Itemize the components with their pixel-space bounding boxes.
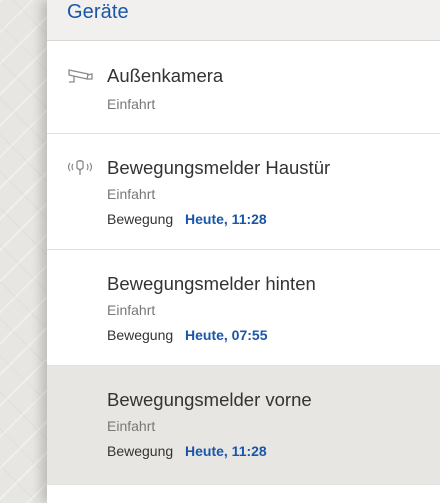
device-item-next[interactable] — [47, 485, 440, 503]
device-item-bewegungsmelder-haustuer[interactable]: Bewegungsmelder Haustür Einfahrt Bewegun… — [47, 134, 440, 250]
device-item-bewegungsmelder-vorne[interactable]: Bewegungsmelder vorne Einfahrt Bewegung … — [47, 366, 440, 485]
device-name: Bewegungsmelder vorne — [107, 389, 312, 410]
panel-header: Geräte — [47, 0, 440, 41]
device-location: Einfahrt — [107, 302, 156, 318]
device-location: Einfahrt — [107, 418, 156, 434]
device-item-aussenkamera[interactable]: Außenkamera Einfahrt — [47, 41, 440, 134]
page-title: Geräte — [67, 1, 129, 23]
device-location: Einfahrt — [107, 96, 156, 112]
background-pattern — [0, 0, 50, 503]
event-time: Heute, 11:28 — [185, 211, 267, 227]
event-label: Bewegung — [107, 211, 174, 227]
camera-icon — [66, 67, 94, 91]
event-label: Bewegung — [107, 443, 174, 459]
device-list: Außenkamera Einfahrt Bewegungsmelder Hau… — [47, 41, 440, 503]
device-name: Bewegungsmelder Haustür — [107, 157, 331, 178]
device-item-bewegungsmelder-hinten[interactable]: Bewegungsmelder hinten Einfahrt Bewegung… — [47, 250, 440, 366]
event-time: Heute, 11:28 — [185, 443, 267, 459]
devices-panel: Geräte Außenkamera Einfahrt Bewegungsmel… — [47, 0, 440, 503]
device-name: Außenkamera — [107, 65, 224, 86]
motion-sensor-icon — [66, 158, 94, 182]
device-name: Bewegungsmelder hinten — [107, 273, 316, 294]
event-label: Bewegung — [107, 327, 174, 343]
device-location: Einfahrt — [107, 186, 156, 202]
event-time: Heute, 07:55 — [185, 327, 268, 343]
